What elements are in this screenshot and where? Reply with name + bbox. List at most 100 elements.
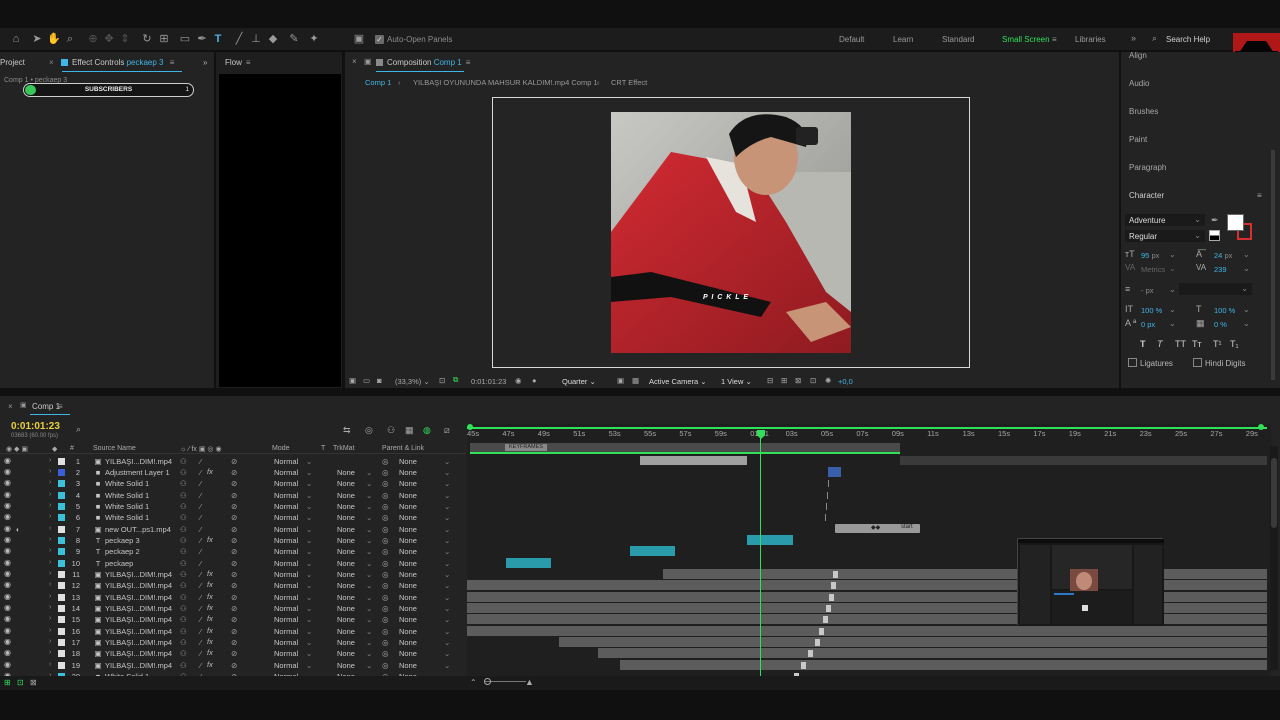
panel-brushes[interactable]: Brushes (1129, 107, 1158, 116)
twirl-chevron-icon[interactable]: › (49, 661, 51, 668)
twirl-chevron-icon[interactable]: › (49, 649, 51, 656)
layer-row[interactable]: ◉ › 13 ▣ YILBAŞI...DIM!.mp4 ⚇ ⁄ fx ⊘ Normal ⌄ None ⌄… (0, 592, 466, 603)
col-source-name[interactable]: Source Name (93, 445, 136, 452)
layer-row[interactable]: ◉ › 10 Tpeckaep ⚇ ⁄ ⊘ Normal ⌄ None ⌄ ◎ None ⌄ (0, 558, 466, 569)
quality-switch-icon[interactable]: ⁄ (200, 627, 201, 636)
trkmat-select[interactable]: None (337, 604, 355, 613)
blend-mode-select[interactable]: Normal (274, 661, 298, 670)
trkmat-select[interactable]: None (337, 525, 355, 534)
fx-switch-icon[interactable]: fx (207, 614, 213, 623)
flowchart-icon[interactable]: ⊡ (810, 376, 816, 385)
layer-row[interactable]: ◉ › 18 ▣ YILBAŞI...DIM!.mp4 ⚇ ⁄ fx ⊘ Normal ⌄ None ⌄… (0, 648, 466, 659)
tsume-input[interactable]: 0 % (1214, 320, 1227, 329)
subscribers-slider[interactable]: SUBSCRIBERS 1 (23, 83, 194, 97)
layer-row[interactable]: ◉ › 6 ■ White Solid 1 ⚇ ⁄ ⊘ Normal ⌄ None ⌄ ◎ None ⌄ (0, 512, 466, 523)
roto-brush-tool-icon[interactable]: ✎ (287, 32, 301, 46)
layer-row[interactable]: ◉ › 11 ▣ YILBAŞI...DIM!.mp4 ⚇ ⁄ fx ⊘ Normal ⌄ None ⌄… (0, 569, 466, 580)
lock-icon[interactable]: ▣ (364, 57, 372, 66)
leading-input[interactable]: 24 px (1214, 251, 1232, 260)
twirl-chevron-icon[interactable]: › (49, 547, 51, 554)
toggle-pixel-icon[interactable]: ⊟ (767, 376, 773, 385)
visibility-eye-icon[interactable]: ◉ (4, 524, 13, 532)
font-size-input[interactable]: 95 px (1141, 251, 1159, 260)
chevron-down-icon[interactable]: ⌄ (1169, 264, 1176, 273)
trkmat-select[interactable]: None (337, 627, 355, 636)
layer-in-point[interactable] (828, 480, 829, 488)
fx-switch-icon[interactable]: fx (207, 592, 213, 601)
timeline-icon[interactable]: ⊠ (795, 376, 801, 385)
adjustment-switch-icon[interactable]: ⊘ (231, 649, 237, 658)
layer-name[interactable]: YILBAŞI...DIM!.mp4 (105, 661, 172, 670)
parent-pickwhip-icon[interactable]: ◎ (382, 627, 389, 636)
close-icon[interactable]: × (8, 402, 13, 411)
blend-mode-select[interactable]: Normal (274, 502, 298, 511)
layer-name[interactable]: White Solid 1 (105, 479, 149, 488)
adjustment-switch-icon[interactable]: ⊘ (231, 615, 237, 624)
visibility-eye-icon[interactable]: ◉ (4, 581, 13, 589)
quality-switch-icon[interactable]: ⁄ (200, 479, 201, 488)
quality-switch-icon[interactable]: ⁄ (200, 615, 201, 624)
adjustment-switch-icon[interactable]: ⊘ (231, 547, 237, 556)
search-icon[interactable]: ⌕ (1152, 33, 1157, 44)
blend-mode-select[interactable]: Normal (274, 513, 298, 522)
visibility-eye-icon[interactable]: ◉ (4, 604, 13, 612)
blend-mode-select[interactable]: Normal (274, 649, 298, 658)
twirl-chevron-icon[interactable]: › (49, 536, 51, 543)
layer-row[interactable]: ◉ › 3 ■ White Solid 1 ⚇ ⁄ ⊘ Normal ⌄ None ⌄ ◎ None ⌄ (0, 478, 466, 489)
chevron-down-icon[interactable]: ⌄ (1169, 250, 1176, 259)
shy-switch-icon[interactable]: ⚇ (180, 661, 187, 670)
parent-pickwhip-icon[interactable]: ◎ (382, 479, 389, 488)
blend-mode-select[interactable]: Normal (274, 536, 298, 545)
parent-select[interactable]: None (399, 457, 417, 466)
panel-character[interactable]: Character (1129, 191, 1164, 200)
chevron-down-icon[interactable]: ⌄ (1169, 285, 1176, 294)
layer-name[interactable]: White Solid 1 (105, 502, 149, 511)
horizontal-scale-input[interactable]: 100 % (1214, 306, 1235, 315)
tab-project[interactable]: Project (0, 58, 25, 67)
fx-switch-icon[interactable]: fx (207, 637, 213, 646)
layer-name[interactable]: YILBAŞI...DIM!.mp4 (105, 649, 172, 658)
parent-pickwhip-icon[interactable]: ◎ (382, 649, 389, 658)
viewer-timecode[interactable]: 0:01:01:23 (471, 377, 506, 386)
keyframe-marker[interactable] (801, 661, 806, 669)
audio-speaker-icon[interactable]: ◖ (15, 525, 20, 534)
shy-switch-icon[interactable]: ⚇ (180, 513, 187, 522)
layer-duration-bar[interactable] (506, 557, 551, 568)
trkmat-select[interactable]: None (337, 649, 355, 658)
shy-switch-icon[interactable]: ⚇ (180, 570, 187, 579)
shy-switch-icon[interactable]: ⚇ (180, 627, 187, 636)
tab-timeline-comp1[interactable]: Comp 1 (32, 402, 60, 411)
panel-toggle-icon[interactable]: ▣ (352, 32, 366, 46)
adjustment-switch-icon[interactable]: ⊘ (231, 502, 237, 511)
fx-switch-icon[interactable]: fx (207, 535, 213, 544)
blend-mode-select[interactable]: Normal (274, 525, 298, 534)
transfer-controls-icon[interactable]: ⊠ (30, 678, 37, 687)
adjustment-switch-icon[interactable]: ⊘ (231, 525, 237, 534)
breadcrumb-nested-comp[interactable]: YILBAŞI OYUNUNDA MAHSUR KALDIM!.mp4 Comp… (413, 78, 598, 87)
parent-select[interactable]: None (399, 593, 417, 602)
visibility-eye-icon[interactable]: ◉ (4, 513, 13, 521)
quality-switch-icon[interactable]: ⁄ (200, 604, 201, 613)
shy-switch-icon[interactable]: ⚇ (180, 468, 187, 477)
parent-pickwhip-icon[interactable]: ◎ (382, 593, 389, 602)
quality-switch-icon[interactable]: ⁄ (200, 570, 201, 579)
quality-switch-icon[interactable]: ⁄ (200, 581, 201, 590)
layer-name[interactable]: peckaep 2 (105, 547, 140, 556)
stroke-type-select[interactable]: ⌄ (1179, 283, 1252, 295)
layer-row[interactable]: ◉ › 5 ■ White Solid 1 ⚇ ⁄ ⊘ Normal ⌄ None ⌄ ◎ None ⌄ (0, 501, 466, 512)
keyframe-marker[interactable] (808, 650, 813, 658)
rectangle-tool-icon[interactable]: ▭ (178, 32, 192, 46)
adjustment-switch-icon[interactable]: ⊘ (231, 479, 237, 488)
twirl-chevron-icon[interactable]: › (49, 479, 51, 486)
layer-row[interactable]: ◉ › 19 ▣ YILBAŞI...DIM!.mp4 ⚇ ⁄ fx ⊘ Normal ⌄ None ⌄… (0, 660, 466, 671)
shy-switch-icon[interactable]: ⚇ (180, 593, 187, 602)
workspace-menu-icon[interactable]: ≡ (1052, 35, 1057, 44)
layer-name[interactable]: peckaep (105, 559, 133, 568)
shy-switch-icon[interactable]: ⚇ (180, 581, 187, 590)
twirl-chevron-icon[interactable]: › (49, 491, 51, 498)
font-family-select[interactable]: Adventure ⌄ (1125, 214, 1205, 226)
exposure-icon[interactable]: ✺ (825, 376, 831, 385)
trkmat-select[interactable]: None (337, 468, 355, 477)
quality-switch-icon[interactable]: ⁄ (200, 513, 201, 522)
shy-switch-icon[interactable]: ⚇ (180, 615, 187, 624)
